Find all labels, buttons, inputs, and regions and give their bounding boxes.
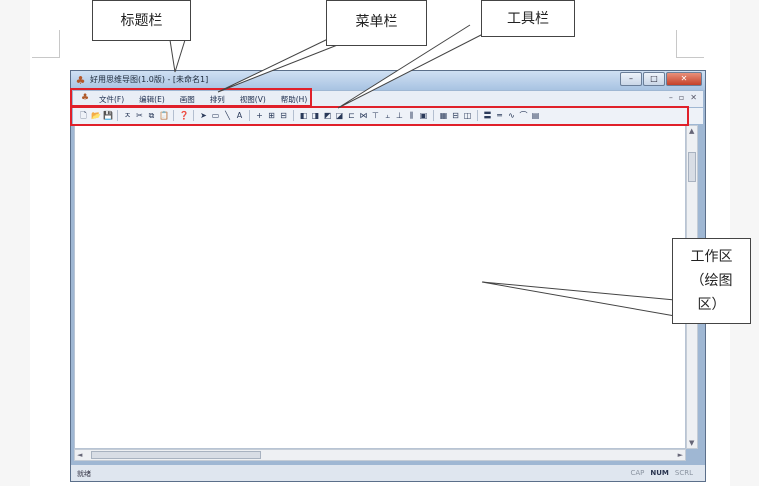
callout-title-bar: 标题栏 <box>92 0 191 41</box>
callout-workspace-line-2: （绘图 <box>690 273 733 289</box>
toolbar-highlight <box>70 106 689 126</box>
crop-mark-left <box>32 30 60 58</box>
document-page: ♣ 好用思维导图(1.0版) - [未命名1] – □ ✕ ♣ 文件(F) 编辑(… <box>0 0 759 486</box>
mdi-close-button[interactable]: ✕ <box>690 93 697 102</box>
callout-menu-bar: 菜单栏 <box>326 0 427 46</box>
callout-workspace: 工作区 （绘图 区） <box>672 238 751 324</box>
window-title: 好用思维导图(1.0版) - [未命名1] <box>90 75 209 84</box>
menu-bar-highlight <box>70 88 312 107</box>
scroll-right-arrow[interactable]: ► <box>678 451 683 459</box>
minimize-button[interactable]: – <box>620 72 642 86</box>
horizontal-scrollbar[interactable]: ◄ ► <box>74 449 686 461</box>
crop-mark-right <box>676 30 704 58</box>
callout-workspace-line-1: 工作区 <box>690 249 733 265</box>
close-button[interactable]: ✕ <box>666 72 702 86</box>
app-icon: ♣ <box>75 74 86 87</box>
callout-workspace-line-3: 区） <box>697 297 726 313</box>
status-indicator-num: NUM <box>650 469 669 477</box>
mdi-restore-button[interactable]: ▫ <box>679 93 684 102</box>
mdi-controls: – ▫ ✕ <box>669 93 697 102</box>
window-controls: – □ ✕ <box>620 72 702 86</box>
mdi-minimize-button[interactable]: – <box>669 93 673 102</box>
status-indicator-scrl: SCRL <box>674 469 693 477</box>
maximize-button[interactable]: □ <box>643 72 665 86</box>
scroll-up-arrow[interactable]: ▲ <box>689 127 694 135</box>
status-indicator-cap: CAP <box>630 469 645 477</box>
app-window: ♣ 好用思维导图(1.0版) - [未命名1] – □ ✕ ♣ 文件(F) 编辑(… <box>70 70 706 482</box>
callout-toolbar: 工具栏 <box>481 0 575 37</box>
horizontal-scroll-thumb[interactable] <box>91 451 261 459</box>
vertical-scroll-thumb[interactable] <box>688 152 696 182</box>
status-indicators: CAP NUM SCRL <box>630 469 693 477</box>
drawing-canvas[interactable] <box>74 125 686 449</box>
status-bar: 就绪 CAP NUM SCRL <box>71 465 705 481</box>
scroll-down-arrow[interactable]: ▼ <box>689 439 694 447</box>
scroll-left-arrow[interactable]: ◄ <box>77 451 82 459</box>
status-text: 就绪 <box>77 470 91 478</box>
